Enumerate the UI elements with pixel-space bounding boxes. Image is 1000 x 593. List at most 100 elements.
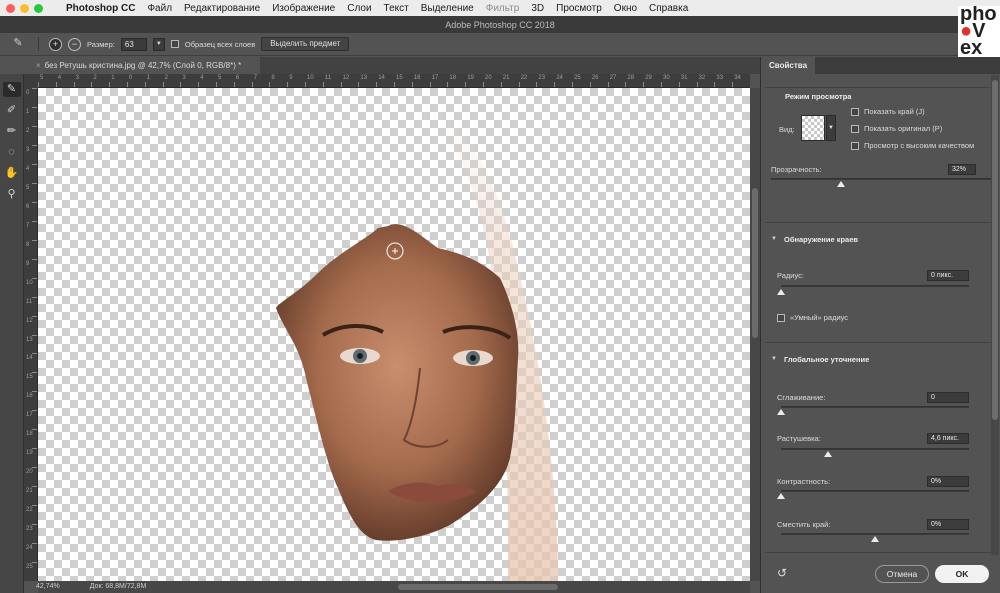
opacity-slider-thumb[interactable] — [837, 181, 846, 187]
brush-tool-icon[interactable]: ✏ — [3, 124, 21, 139]
view-mode-thumbnail[interactable] — [801, 115, 825, 141]
menu-help[interactable]: Справка — [649, 3, 688, 14]
minus-icon: − — [71, 39, 78, 49]
hand-tool-icon[interactable]: ✋ — [3, 166, 21, 181]
add-mode-button[interactable]: + — [49, 37, 62, 51]
zoom-tool-icon[interactable]: ⚲ — [3, 187, 21, 202]
canvas-vertical-scrollbar[interactable] — [750, 88, 760, 581]
ruler-tick-label: 10 — [307, 75, 314, 81]
menu-view[interactable]: Просмотр — [556, 3, 602, 14]
ruler-tick-mark — [518, 82, 520, 87]
close-window-button[interactable] — [6, 3, 15, 13]
quick-selection-tool-icon[interactable]: ✎ — [2, 82, 21, 97]
menu-layers[interactable]: Слои — [347, 3, 371, 14]
ruler-tick-mark — [32, 410, 37, 412]
smooth-value[interactable]: 0 — [927, 392, 969, 403]
smart-radius-row[interactable]: «Умный» радиус — [777, 313, 848, 322]
high-quality-checkbox[interactable] — [851, 141, 859, 150]
shift-edge-slider-track[interactable] — [781, 533, 969, 535]
smooth-slider-track[interactable] — [781, 406, 969, 408]
smooth-label: Сглаживание: — [777, 393, 826, 402]
size-dropdown[interactable]: ▼ — [152, 37, 165, 51]
feather-slider-track[interactable] — [781, 448, 969, 450]
refine-edge-brush-icon[interactable]: ✐ — [3, 103, 21, 118]
reset-icon[interactable]: ↺ — [777, 566, 787, 580]
lasso-tool-icon[interactable]: ◌ — [3, 145, 21, 160]
app-menu[interactable]: Photoshop CC — [66, 3, 135, 14]
close-tab-icon[interactable]: × — [36, 61, 41, 70]
contrast-slider-thumb[interactable] — [777, 493, 785, 499]
contrast-slider-track[interactable] — [781, 490, 969, 492]
ruler-tick-label: 31 — [680, 75, 688, 81]
menu-edit[interactable]: Редактирование — [184, 3, 260, 14]
show-edge-checkbox[interactable] — [851, 107, 859, 116]
ruler-tick-label: 13 — [26, 336, 33, 343]
show-edge-label: Показать край (J) — [864, 107, 925, 116]
size-input[interactable]: 63 — [120, 37, 147, 51]
feather-slider-thumb[interactable] — [824, 451, 832, 457]
ruler-tick-mark — [340, 82, 342, 87]
ok-button[interactable]: OK — [935, 565, 989, 583]
feather-value[interactable]: 4,6 пикс. — [927, 433, 969, 444]
horizontal-ruler: 5 4 3 2 1 0 1 2 3 4 5 6 7 8 9 10 11 12 13 14 15 16 17 18 19 20 21 2… — [38, 74, 750, 88]
ruler-tick-label: 3 — [26, 146, 30, 153]
menu-window[interactable]: Окно — [614, 3, 637, 14]
collapse-caret-icon[interactable]: ▼ — [771, 356, 777, 362]
show-original-row[interactable]: Показать оригинал (P) — [851, 124, 942, 133]
ruler-tick-mark — [32, 372, 37, 374]
panel-scrollbar[interactable] — [991, 75, 999, 555]
show-edge-row[interactable]: Показать край (J) — [851, 107, 925, 116]
subtract-mode-button[interactable]: − — [68, 37, 81, 51]
select-subject-button[interactable]: Выделить предмет — [261, 37, 350, 51]
radius-slider-track[interactable] — [781, 285, 969, 287]
scroll-thumb[interactable] — [752, 188, 758, 338]
collapse-caret-icon[interactable]: ▼ — [771, 236, 777, 242]
menu-type[interactable]: Текст — [384, 3, 409, 14]
cancel-button[interactable]: Отмена — [875, 565, 929, 583]
smart-radius-checkbox[interactable] — [777, 313, 785, 322]
ruler-tick-mark — [500, 82, 502, 87]
radius-value[interactable]: 0 пикс. — [927, 270, 969, 281]
view-mode-dropdown[interactable]: ▼ — [826, 115, 836, 141]
menu-image[interactable]: Изображение — [272, 3, 335, 14]
menu-filter[interactable]: Фильтр — [486, 3, 520, 14]
contrast-value[interactable]: 0% — [927, 476, 969, 487]
minimize-window-button[interactable] — [20, 3, 29, 13]
ruler-tick-label: 1 — [111, 75, 115, 81]
document-tab[interactable]: × без Ретушь кристина.jpg @ 42,7% (Слой 0… — [30, 57, 260, 74]
smooth-slider-thumb[interactable] — [777, 409, 785, 415]
ruler-tick-label: 12 — [342, 75, 350, 81]
ruler-tick-mark — [127, 82, 128, 87]
menu-3d[interactable]: 3D — [531, 3, 544, 14]
menu-select[interactable]: Выделение — [421, 3, 474, 14]
divider — [765, 552, 991, 553]
document-canvas[interactable] — [38, 88, 750, 581]
sample-all-layers-checkbox[interactable] — [170, 40, 179, 48]
ruler-tick-mark — [55, 82, 57, 87]
canvas-artwork — [276, 113, 558, 581]
divider — [38, 37, 39, 51]
shift-edge-value[interactable]: 0% — [927, 519, 969, 530]
zoom-window-button[interactable] — [34, 3, 43, 13]
ruler-tick-label: 14 — [26, 355, 33, 362]
ruler-tick-mark — [411, 82, 413, 87]
opacity-value[interactable]: 32% — [948, 164, 976, 175]
ruler-tick-mark — [447, 82, 449, 87]
zoom-readout[interactable]: 42,74% — [36, 583, 60, 593]
refine-brush-icon[interactable]: ✎ — [8, 36, 28, 52]
shift-edge-slider-thumb[interactable] — [871, 536, 879, 542]
high-quality-row[interactable]: Просмотр с высоким качеством — [851, 141, 974, 150]
show-original-checkbox[interactable] — [851, 124, 859, 133]
scroll-thumb[interactable] — [992, 80, 998, 420]
feather-label: Растушевка: — [777, 434, 821, 443]
ruler-tick-label: 34 — [734, 75, 741, 81]
shift-edge-label: Сместить край: — [777, 520, 831, 529]
ruler-tick-label: 18 — [26, 431, 33, 438]
properties-tab[interactable]: Свойства — [761, 57, 816, 74]
radius-slider-thumb[interactable] — [777, 289, 785, 295]
ruler-tick-label: 24 — [26, 545, 33, 552]
opacity-slider-track[interactable] — [771, 178, 991, 180]
ruler-tick-mark — [180, 82, 182, 87]
menu-file[interactable]: Файл — [147, 3, 172, 14]
ruler-tick-mark — [32, 296, 37, 298]
